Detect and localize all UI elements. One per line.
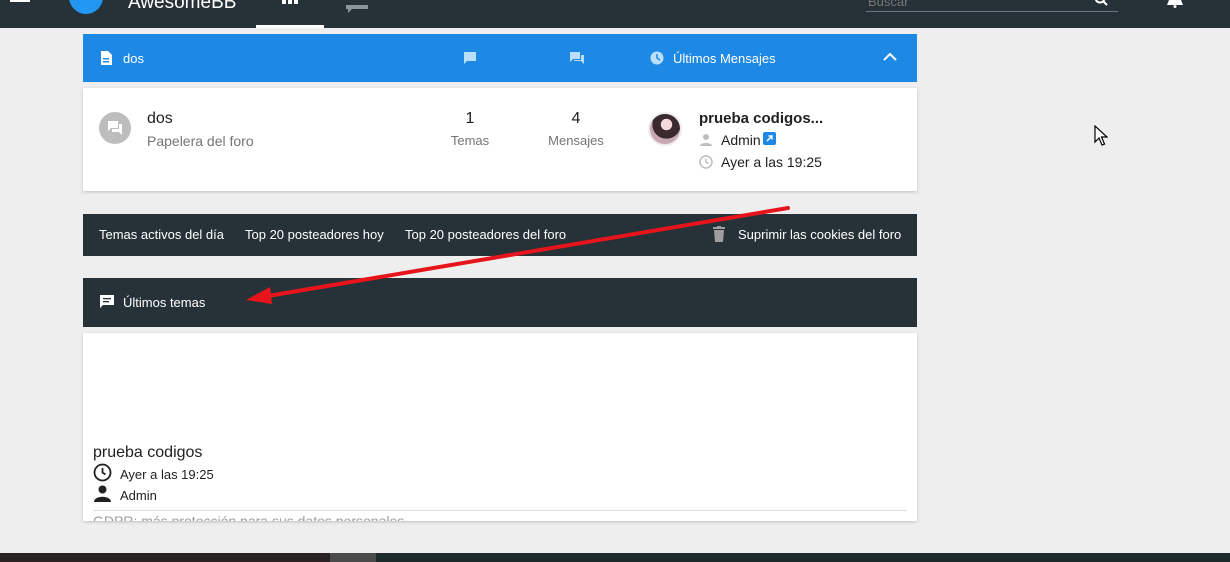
topics-icon [464,52,476,64]
forum-status-icon [99,112,131,144]
forum-links-bar: Temas activos del día Top 20 posteadores… [83,214,917,256]
topic-author[interactable]: Admin [120,488,157,503]
brand-name[interactable]: AwesomeBB [128,0,236,14]
search-box[interactable] [866,0,1118,12]
posts-count: 4 [571,110,581,127]
last-posts-header: Últimos Mensajes [673,51,776,66]
top20-today-link[interactable]: Top 20 posteadores hoy [245,227,384,242]
topics-count: 1 [465,110,475,127]
top20-forum-link[interactable]: Top 20 posteadores del foro [405,227,566,242]
search-icon[interactable] [1094,0,1108,6]
last-post-time: Ayer a las 19:25 [721,154,822,170]
menu-icon[interactable] [10,0,30,6]
tab-chat[interactable] [346,0,368,13]
forum-description: Papelera del foro [147,133,254,149]
mouse-cursor-icon [1094,125,1108,146]
chevron-up-icon[interactable] [883,52,897,62]
trash-icon [713,226,725,242]
logo-icon[interactable] [69,0,103,14]
topic-title[interactable]: prueba codigos [93,444,202,462]
active-topics-link[interactable]: Temas activos del día [99,227,224,242]
search-input[interactable] [868,0,1068,8]
category-header: dos Últimos Mensajes [83,34,917,82]
apps-icon [282,0,298,6]
clock-icon [650,51,664,65]
document-icon [101,51,112,65]
forum-name[interactable]: dos [147,110,173,128]
top-app-bar: AwesomeBB [0,0,1230,28]
topic-time: Ayer a las 19:25 [120,467,214,482]
category-title[interactable]: dos [123,51,144,66]
posts-icon [570,52,584,64]
posts-label: Mensajes [548,133,604,148]
topics-label: Temas [450,133,490,148]
taskbar-strip [0,553,1230,562]
clock-icon [93,463,112,482]
forum-row: dos Papelera del foro 1 Temas 4 Mensajes… [83,88,917,191]
next-topic-title[interactable]: GDPR: más protección para sus datos pers… [93,513,404,521]
bell-icon[interactable] [1166,0,1184,8]
divider [93,510,907,511]
go-to-post-icon[interactable] [763,132,776,145]
avatar[interactable] [648,112,682,146]
user-icon [94,485,111,502]
tab-forums[interactable] [256,0,324,28]
last-post-title[interactable]: prueba codigos... [699,110,823,127]
chat-icon [100,295,114,308]
last-post-author[interactable]: Admin [721,132,761,148]
delete-cookies-link[interactable]: Suprimir las cookies del foro [738,227,901,242]
latest-topics-title: Últimos temas [123,295,206,310]
topics-stat: 1 Temas [430,110,510,148]
latest-topics-header: Últimos temas [83,278,917,327]
user-icon [700,134,712,146]
chat-icon [346,5,368,13]
latest-topics-list: prueba codigos Ayer a las 19:25 Admin GD… [83,333,917,521]
clock-icon [699,155,713,169]
posts-stat: 4 Mensajes [536,110,616,148]
